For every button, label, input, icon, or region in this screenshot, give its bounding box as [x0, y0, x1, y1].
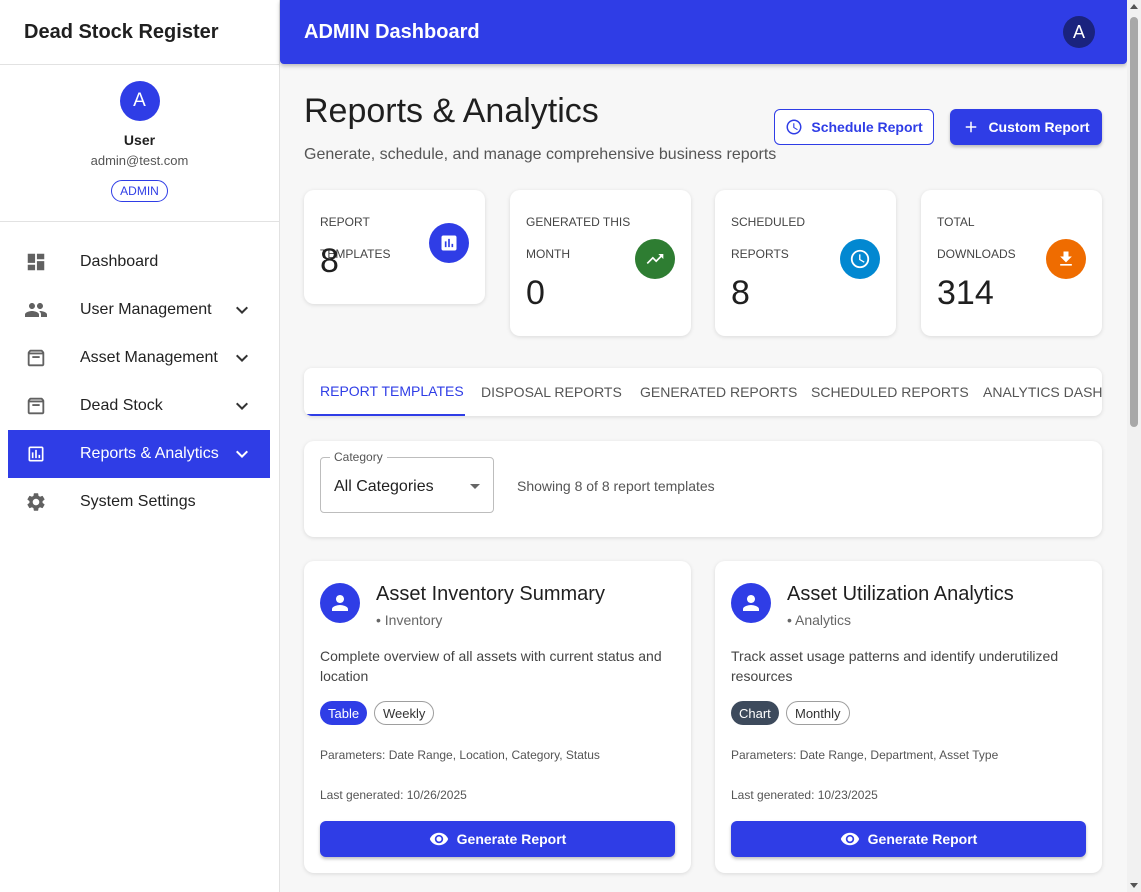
profile-name: User	[123, 132, 156, 148]
generate-report-button[interactable]: Generate Report	[731, 821, 1086, 857]
header-title: ADMIN Dashboard	[304, 20, 480, 43]
stat-card-scheduled-reports: SCHEDULED REPORTS 8	[715, 190, 896, 336]
person-icon	[320, 583, 360, 623]
template-category: • Inventory	[376, 612, 443, 628]
template-title: Asset Inventory Summary	[376, 583, 605, 605]
stat-label: SCHEDULED REPORTS	[731, 215, 806, 261]
page-title: Reports & Analytics	[304, 92, 599, 130]
page-scrollbar[interactable]	[1127, 0, 1141, 892]
sidebar-item-label: Reports & Analytics	[80, 445, 219, 462]
archive-icon	[24, 346, 48, 370]
clock-icon	[786, 119, 802, 135]
frequency-chip: Monthly	[786, 701, 850, 725]
avatar[interactable]: A	[119, 81, 160, 121]
chevron-down-icon[interactable]	[230, 394, 254, 418]
assessment-icon	[24, 442, 48, 466]
sidebar-nav: Dashboard User Management Asset Manageme…	[0, 222, 279, 526]
sidebar-item-system-settings[interactable]: System Settings	[8, 478, 270, 526]
stat-label: TOTAL DOWNLOADS	[937, 215, 1016, 261]
stat-label: GENERATED THIS MONTH	[526, 215, 631, 261]
sidebar-item-dashboard[interactable]: Dashboard	[8, 238, 270, 286]
format-chip: Table	[320, 701, 368, 725]
app-brand: Dead Stock Register	[0, 0, 279, 65]
scroll-down-arrow[interactable]	[1130, 883, 1138, 888]
template-card: Asset Inventory Summary • Inventory Comp…	[304, 561, 691, 873]
sidebar-item-dead-stock[interactable]: Dead Stock	[8, 382, 270, 430]
people-icon	[24, 298, 48, 322]
tab-disposal-reports[interactable]: DISPOSAL REPORTS	[465, 368, 638, 416]
user-profile: A User admin@test.com ADMIN	[0, 65, 279, 222]
chevron-down-icon[interactable]	[230, 346, 254, 370]
custom-report-label: Custom Report	[988, 119, 1090, 135]
frequency-chip: Weekly	[374, 701, 435, 725]
app-header: ADMIN Dashboard A	[280, 0, 1127, 64]
report-tabs: REPORT TEMPLATES DISPOSAL REPORTS GENERA…	[304, 368, 1102, 416]
category-select[interactable]: Category All Categories	[320, 450, 494, 513]
sidebar-item-label: Dashboard	[80, 253, 159, 270]
schedule-report-label: Schedule Report	[811, 119, 923, 135]
sidebar-item-reports-analytics[interactable]: Reports & Analytics	[8, 430, 270, 478]
sidebar-item-label: Dead Stock	[80, 397, 163, 414]
sidebar-item-label: User Management	[80, 301, 212, 318]
role-badge: ADMIN	[111, 180, 168, 202]
trending-up-icon	[635, 239, 675, 279]
eye-icon	[429, 832, 448, 846]
custom-report-button[interactable]: Custom Report	[950, 109, 1102, 145]
archive-icon	[24, 394, 48, 418]
tab-report-templates[interactable]: REPORT TEMPLATES	[304, 368, 465, 416]
generate-report-button[interactable]: Generate Report	[320, 821, 675, 857]
template-category: • Analytics	[787, 612, 852, 628]
category-select-label: Category	[330, 450, 387, 464]
tab-analytics-dashboard[interactable]: ANALYTICS DASHBOARD	[967, 368, 1102, 416]
template-parameters: Parameters: Date Range, Department, Asse…	[731, 748, 999, 762]
template-card: Asset Utilization Analytics • Analytics …	[715, 561, 1102, 873]
tab-scheduled-reports[interactable]: SCHEDULED REPORTS	[795, 368, 985, 416]
stat-card-total-downloads: TOTAL DOWNLOADS 314	[921, 190, 1102, 336]
filter-card: Category All Categories Showing 8 of 8 r…	[304, 441, 1102, 537]
generate-report-label: Generate Report	[867, 831, 978, 847]
stat-value: 0	[526, 274, 545, 312]
template-description: Track asset usage patterns and identify …	[731, 648, 1059, 684]
sidebar: Dead Stock Register A User admin@test.co…	[0, 0, 280, 892]
template-last-generated: Last generated: 10/23/2025	[731, 788, 878, 802]
tab-generated-reports[interactable]: GENERATED REPORTS	[624, 368, 813, 416]
template-count-text: Showing 8 of 8 report templates	[517, 478, 715, 494]
person-icon	[731, 583, 771, 623]
page-subtitle: Generate, schedule, and manage comprehen…	[304, 146, 777, 163]
dropdown-arrow-icon	[470, 484, 480, 489]
template-title: Asset Utilization Analytics	[787, 583, 1014, 605]
category-select-value: All Categories	[334, 478, 434, 495]
sidebar-item-user-management[interactable]: User Management	[8, 286, 270, 334]
format-chip: Chart	[731, 701, 779, 725]
stat-value: 8	[731, 274, 750, 312]
scroll-thumb[interactable]	[1130, 17, 1138, 427]
stat-value: 314	[937, 274, 994, 312]
eye-icon	[840, 832, 859, 846]
chevron-down-icon[interactable]	[230, 442, 254, 466]
header-avatar[interactable]: A	[1063, 16, 1095, 48]
clock-icon	[840, 239, 880, 279]
scroll-up-arrow[interactable]	[1130, 4, 1138, 9]
gear-icon	[24, 490, 48, 514]
sidebar-item-label: System Settings	[80, 493, 196, 510]
template-last-generated: Last generated: 10/26/2025	[320, 788, 467, 802]
stat-value: 8	[320, 242, 339, 280]
stat-card-report-templates: REPORT TEMPLATES 8	[304, 190, 485, 304]
schedule-report-button[interactable]: Schedule Report	[774, 109, 934, 145]
chevron-down-icon[interactable]	[230, 298, 254, 322]
sidebar-item-asset-management[interactable]: Asset Management	[8, 334, 270, 382]
download-icon	[1046, 239, 1086, 279]
profile-email: admin@test.com	[90, 153, 189, 168]
template-parameters: Parameters: Date Range, Location, Catego…	[320, 748, 600, 762]
plus-icon	[966, 121, 977, 133]
sidebar-item-label: Asset Management	[80, 349, 218, 366]
template-description: Complete overview of all assets with cur…	[320, 648, 662, 684]
generate-report-label: Generate Report	[456, 831, 567, 847]
stat-card-generated-this-month: GENERATED THIS MONTH 0	[510, 190, 691, 336]
dashboard-icon	[24, 250, 48, 274]
assessment-icon	[429, 223, 469, 263]
